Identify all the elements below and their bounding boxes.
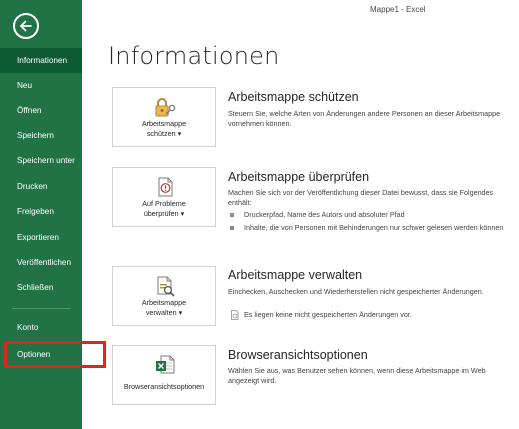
- nav-item-konto[interactable]: Konto: [0, 315, 82, 340]
- nav-item-informationen[interactable]: Informationen: [0, 48, 82, 73]
- nav-item-speichern[interactable]: Speichern: [0, 123, 82, 148]
- manage-note: Es liegen keine nicht gespeicherten Ände…: [230, 310, 510, 320]
- nav-item-freigeben[interactable]: Freigeben: [0, 199, 82, 224]
- browser-section-description: Wählen Sie aus, was Benutzer sehen könne…: [228, 366, 486, 385]
- nav-item-oeffnen[interactable]: Öffnen: [0, 98, 82, 123]
- inspect-bullet-1-text: Druckerpfad, Name des Autors und absolut…: [244, 210, 405, 219]
- check-issues-button[interactable]: Auf Probleme überprüfen ▾: [112, 167, 216, 227]
- nav-item-exportieren[interactable]: Exportieren: [0, 225, 82, 250]
- backstage-sidebar: Informationen Neu Öffnen Speichern Speic…: [0, 0, 82, 429]
- bullet-square-icon: [230, 213, 234, 217]
- manage-workbook-button-label: Arbeitsmappe verwalten ▾: [113, 298, 215, 318]
- check-issues-label-line1: Auf Probleme: [142, 199, 186, 208]
- nav-item-veroeffentlichen[interactable]: Veröffentlichen: [0, 250, 82, 275]
- manage-section-title: Arbeitsmappe verwalten: [228, 268, 363, 282]
- nav-item-speichern-unter[interactable]: Speichern unter: [0, 148, 82, 173]
- back-arrow-icon[interactable]: [13, 13, 39, 39]
- protect-label-line2: schützen ▾: [146, 129, 182, 138]
- nav-item-neu[interactable]: Neu: [0, 73, 82, 98]
- browser-view-options-button-label: Browseransichtsoptionen: [123, 382, 205, 391]
- protect-section-description: Steuern Sie, welche Arten von Änderungen…: [228, 109, 501, 128]
- manage-label-line1: Arbeitsmappe: [141, 298, 187, 307]
- page-title: Informationen: [108, 42, 280, 70]
- inspect-section-title: Arbeitsmappe überprüfen: [228, 170, 370, 184]
- protect-workbook-button[interactable]: Arbeitsmappe schützen ▾: [112, 87, 216, 147]
- manage-note-text: Es liegen keine nicht gespeicherten Ände…: [244, 310, 412, 319]
- manage-workbook-button[interactable]: Arbeitsmappe verwalten ▾: [112, 266, 216, 326]
- manage-label-line2: verwalten ▾: [145, 308, 183, 317]
- browser-section-title: Browseransichtsoptionen: [228, 348, 368, 362]
- bullet-square-icon: [230, 226, 234, 230]
- check-issues-label-line2: überprüfen ▾: [143, 209, 185, 218]
- protect-section-title: Arbeitsmappe schützen: [228, 90, 359, 104]
- protect-workbook-button-label: Arbeitsmappe schützen ▾: [113, 119, 215, 139]
- nav-item-optionen[interactable]: Optionen: [0, 342, 82, 367]
- nav-item-schliessen[interactable]: Schließen: [0, 275, 82, 300]
- manage-section-description: Einchecken, Auschecken und Wiederherstel…: [228, 287, 484, 296]
- manage-workbook-icon: [153, 275, 177, 297]
- inspect-bullet-2-text: Inhalte, die von Personen mit Behinderun…: [244, 223, 504, 232]
- sidebar-divider: [12, 308, 70, 309]
- window-title: Mappe1 - Excel: [370, 5, 426, 14]
- inspect-section-description: Machen Sie sich vor der Veröffentlichung…: [228, 188, 494, 207]
- browser-view-options-button[interactable]: Browseransichtsoptionen: [112, 345, 216, 405]
- inspect-document-icon: [153, 176, 177, 198]
- inspect-bullet-1: Druckerpfad, Name des Autors und absolut…: [230, 210, 510, 220]
- nav-item-drucken[interactable]: Drucken: [0, 174, 82, 199]
- protect-label-line1: Arbeitsmappe: [141, 119, 187, 128]
- document-clock-icon: [230, 310, 240, 323]
- inspect-bullet-2: Inhalte, die von Personen mit Behinderun…: [230, 223, 510, 243]
- lock-key-icon: [153, 96, 177, 118]
- check-issues-button-label: Auf Probleme überprüfen ▾: [113, 199, 215, 219]
- excel-browser-icon: [153, 354, 177, 376]
